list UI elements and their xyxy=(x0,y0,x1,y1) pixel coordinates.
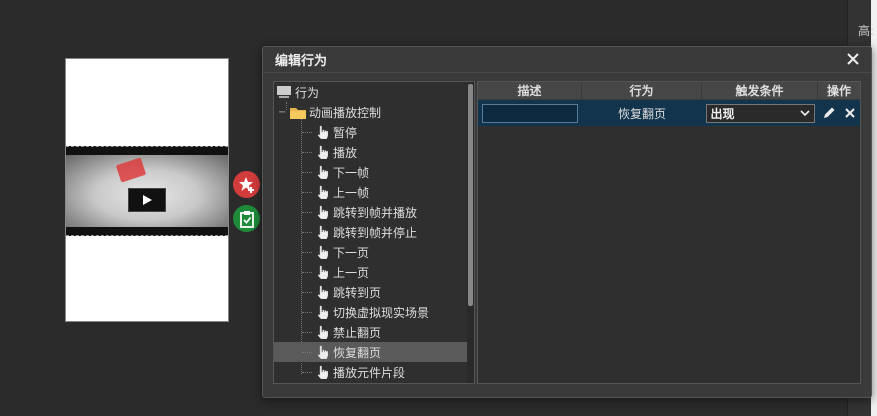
tree-item[interactable]: 播放元件片段 xyxy=(274,362,468,382)
hand-pointer-icon xyxy=(314,304,330,320)
tree-folder[interactable]: − 动画播放控制 xyxy=(274,102,468,122)
desc-input[interactable] xyxy=(482,103,578,123)
hand-pointer-icon xyxy=(314,364,330,380)
clipboard-check-icon xyxy=(239,210,254,228)
tree-item-label: 恢复翻页 xyxy=(333,345,382,360)
behavior-table: 描述 行为 触发条件 操作 恢复翻页 出现 xyxy=(477,81,861,384)
edit-button[interactable] xyxy=(821,105,836,121)
height-label: 高: xyxy=(858,24,875,38)
hand-pointer-icon xyxy=(314,124,330,140)
dialog-title: 编辑行为 xyxy=(263,47,871,73)
hand-pointer-icon xyxy=(314,224,330,240)
table-header: 描述 行为 触发条件 操作 xyxy=(478,82,860,100)
tree-connector xyxy=(302,132,312,133)
tree-connector xyxy=(302,312,312,313)
behavior-tree: 行为 − 动画播放控制 暂停播放下一帧上一帧跳转到帧并播放 跳转到帧并停止 下一页上… xyxy=(273,81,475,384)
tree-connector xyxy=(302,152,312,153)
tree-root[interactable]: 行为 xyxy=(274,82,468,102)
add-animation-button[interactable] xyxy=(233,171,260,198)
tree-item[interactable]: 恢复翻页 xyxy=(274,342,468,362)
hand-pointer-icon xyxy=(314,284,330,300)
hand-pointer-icon xyxy=(314,264,330,280)
tree-folder-label: 动画播放控制 xyxy=(309,105,382,120)
delete-button[interactable] xyxy=(842,105,857,121)
col-desc-header: 描述 xyxy=(478,82,582,99)
chevron-down-icon xyxy=(799,110,810,117)
tree-item-label: 上一页 xyxy=(333,265,370,280)
tree-connector xyxy=(302,212,312,213)
hand-pointer-icon xyxy=(314,144,330,160)
video-thumbnail xyxy=(66,155,228,227)
close-button[interactable] xyxy=(845,51,861,67)
tree-item[interactable]: 下一帧 xyxy=(274,162,468,182)
tree-item-label: 下一页 xyxy=(333,245,370,260)
col-ops-header: 操作 xyxy=(826,84,851,98)
tree-connector xyxy=(302,292,312,293)
thumbnail-logo xyxy=(115,157,147,183)
tree-item-label: 下一帧 xyxy=(333,165,370,180)
page-canvas[interactable] xyxy=(65,58,229,322)
edit-behavior-button[interactable] xyxy=(233,205,260,232)
play-icon xyxy=(143,195,152,205)
tree-item[interactable]: 上一帧 xyxy=(274,182,468,202)
collapse-icon[interactable]: − xyxy=(278,107,290,118)
hand-pointer-icon xyxy=(314,184,330,200)
video-element[interactable] xyxy=(66,146,228,236)
tree-item[interactable]: 禁止翻页 xyxy=(274,322,468,342)
tree-item[interactable]: 下一页 xyxy=(274,242,468,262)
table-row[interactable]: 恢复翻页 出现 xyxy=(478,100,860,126)
hand-pointer-icon xyxy=(314,164,330,180)
close-icon xyxy=(844,108,855,118)
pencil-icon xyxy=(823,107,834,118)
tree-item-label: 播放 xyxy=(333,145,358,160)
tree-item[interactable]: 跳转到帧并播放 xyxy=(274,202,468,222)
tree-item-label: 切换虚拟现实场景 xyxy=(333,305,430,320)
scrollbar-thumb[interactable] xyxy=(468,84,473,306)
tree-item[interactable]: 跳转到页 xyxy=(274,282,468,302)
tree-item-label: 播放元件片段 xyxy=(333,365,406,380)
tree-connector xyxy=(302,372,312,373)
tree-scrollbar[interactable] xyxy=(467,82,474,383)
star-plus-icon xyxy=(238,176,254,193)
tree-item-label: 跳转到帧并播放 xyxy=(333,205,418,220)
col-action-header: 行为 xyxy=(582,82,702,99)
tree-item-label: 禁止翻页 xyxy=(333,325,382,340)
play-button[interactable] xyxy=(128,188,166,212)
hand-pointer-icon xyxy=(314,204,330,220)
tree-item[interactable]: 跳转到帧并停止 xyxy=(274,222,468,242)
tree-item-label: 跳转到页 xyxy=(333,285,382,300)
col-trigger-header: 触发条件 xyxy=(702,82,818,99)
hand-pointer-icon xyxy=(314,344,330,360)
hand-pointer-icon xyxy=(314,324,330,340)
tree-item[interactable]: 播放 xyxy=(274,142,468,162)
folder-icon xyxy=(290,104,306,120)
trigger-value: 出现 xyxy=(710,106,735,121)
row-action: 恢复翻页 xyxy=(617,106,666,121)
tree-connector xyxy=(302,332,312,333)
hand-pointer-icon xyxy=(314,244,330,260)
tree-connector xyxy=(302,352,312,353)
computer-icon xyxy=(276,84,292,100)
trigger-select[interactable]: 出现 xyxy=(705,103,815,123)
tree-root-label: 行为 xyxy=(295,85,320,100)
tree-connector xyxy=(302,272,312,273)
tree-item-label: 跳转到帧并停止 xyxy=(333,225,418,240)
tree-item-label: 暂停 xyxy=(333,125,358,140)
tree-item[interactable]: 切换虚拟现实场景 xyxy=(274,302,468,322)
tree-item[interactable]: 上一页 xyxy=(274,262,468,282)
tree-connector xyxy=(302,172,312,173)
tree-item[interactable]: 暂停 xyxy=(274,122,468,142)
tree-connector xyxy=(302,192,312,193)
edit-behavior-dialog: 编辑行为 行为 − 动画播放控制 暂停播放下一帧上一帧跳转到帧并播放 跳转到帧并停… xyxy=(262,46,872,398)
close-icon xyxy=(847,53,859,65)
tree-connector xyxy=(302,232,312,233)
tree-connector xyxy=(302,252,312,253)
tree-item-label: 上一帧 xyxy=(333,185,370,200)
